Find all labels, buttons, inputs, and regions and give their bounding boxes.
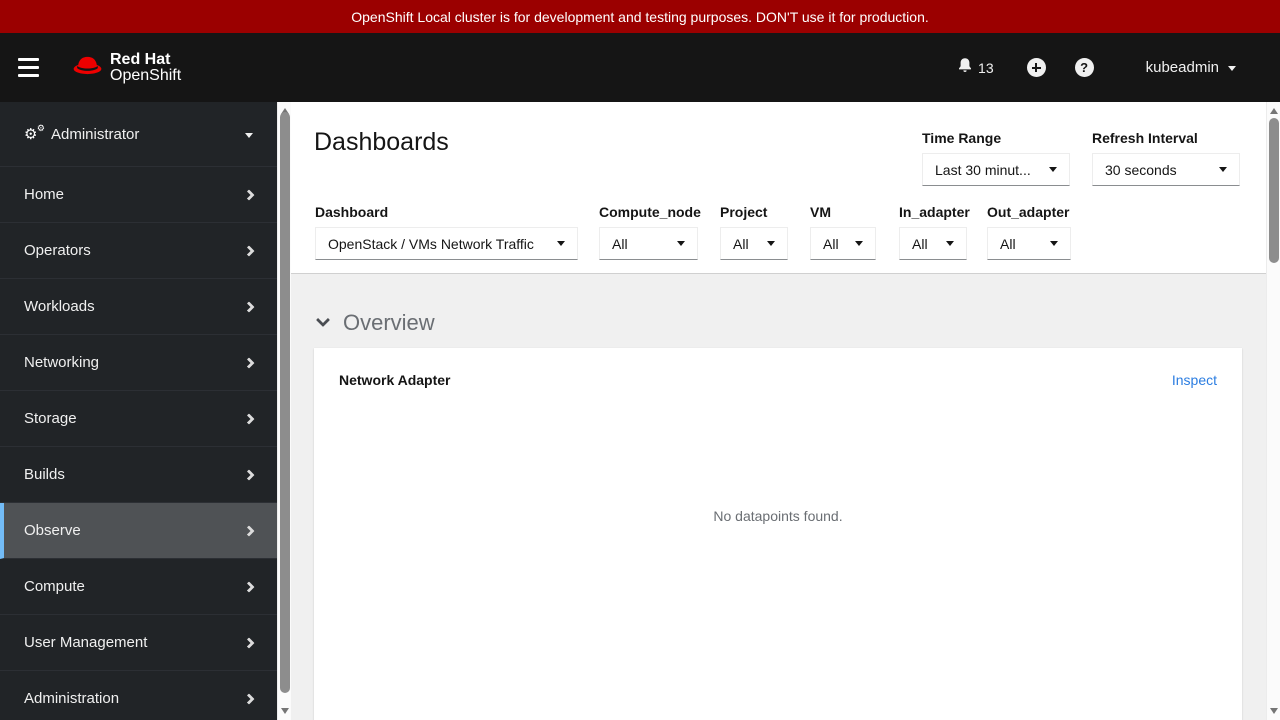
sidebar-item-networking[interactable]: Networking [0, 335, 277, 391]
openshift-console: OpenShift Local cluster is for developme… [0, 0, 1280, 720]
time-range-label: Time Range [922, 130, 1002, 146]
inspect-link[interactable]: Inspect [1172, 372, 1217, 388]
scroll-up-arrow-icon[interactable] [1270, 108, 1278, 114]
perspective-switcher[interactable]: ⚙ ⚙ Administrator [0, 102, 277, 167]
username: kubeadmin [1145, 59, 1219, 76]
chevron-right-icon [243, 300, 255, 313]
in-adapter-filter-label: In_adapter [899, 204, 970, 220]
overview-section-toggle[interactable]: Overview [315, 310, 435, 336]
scrollbar-thumb[interactable] [280, 112, 290, 693]
project-filter-label: Project [720, 204, 768, 220]
caret-down-icon [1049, 167, 1057, 172]
quick-create-button[interactable] [1026, 58, 1046, 77]
sidebar-item-operators[interactable]: Operators [0, 223, 277, 279]
sidebar-item-observe[interactable]: Observe [0, 503, 277, 559]
chevron-right-icon [243, 636, 255, 649]
cluster-warning-banner: OpenShift Local cluster is for developme… [0, 0, 1280, 33]
caret-down-icon [557, 241, 565, 246]
network-adapter-card: Network Adapter Inspect No datapoints fo… [314, 348, 1242, 720]
brand-text: Red Hat OpenShift [110, 50, 182, 84]
chevron-right-icon [243, 692, 255, 705]
question-icon: ? [1080, 60, 1089, 75]
hamburger-menu-icon[interactable] [18, 53, 39, 82]
card-header: Network Adapter Inspect [314, 348, 1242, 388]
sidebar-item-administration[interactable]: Administration [0, 671, 277, 720]
card-title: Network Adapter [339, 372, 451, 388]
bell-icon [957, 57, 973, 79]
caret-down-icon [767, 241, 775, 246]
chevron-right-icon [243, 524, 255, 537]
dashboard-body: Overview Network Adapter Inspect No data… [291, 273, 1266, 720]
user-menu[interactable]: kubeadmin [1146, 59, 1236, 76]
perspective-label: Administrator [51, 125, 140, 143]
compute-node-filter-label: Compute_node [599, 204, 701, 220]
chevron-right-icon [243, 580, 255, 593]
help-button[interactable]: ? [1074, 58, 1094, 77]
caret-down-icon [1228, 66, 1236, 71]
brand-line2: OpenShift [110, 66, 182, 84]
chevron-right-icon [243, 244, 255, 257]
empty-state-message: No datapoints found. [713, 508, 843, 524]
chevron-right-icon [243, 188, 255, 201]
dashboard-filter-label: Dashboard [315, 204, 389, 220]
chevron-right-icon [243, 412, 255, 425]
content-scrollbar-right[interactable] [1266, 102, 1280, 720]
out-adapter-select[interactable]: All [987, 227, 1071, 260]
overview-section-title: Overview [343, 310, 435, 335]
chevron-down-icon [315, 312, 331, 328]
cogs-icon: ⚙ ⚙ [24, 123, 45, 143]
masthead: Red Hat OpenShift 13 ? kubeadmin [0, 33, 1280, 102]
caret-down-icon [946, 241, 954, 246]
chevron-right-icon [243, 356, 255, 369]
sidebar-item-workloads[interactable]: Workloads [0, 279, 277, 335]
time-range-select[interactable]: Last 30 minut... [922, 153, 1070, 186]
sidebar-item-user-management[interactable]: User Management [0, 615, 277, 671]
masthead-toolbar: 13 ? kubeadmin [957, 33, 1236, 102]
sidebar-nav: ⚙ ⚙ Administrator Home Operators Workloa… [0, 102, 277, 720]
redhat-fedora-icon [72, 54, 103, 81]
page-title: Dashboards [314, 128, 449, 156]
scrollbar-thumb[interactable] [1269, 118, 1279, 263]
in-adapter-select[interactable]: All [899, 227, 967, 260]
sidebar-item-storage[interactable]: Storage [0, 391, 277, 447]
vm-filter-label: VM [810, 204, 831, 220]
content-scrollbar-left[interactable] [277, 102, 291, 720]
dashboard-select[interactable]: OpenStack / VMs Network Traffic [315, 227, 578, 260]
notifications-button[interactable]: 13 [957, 57, 994, 79]
brand-line1: Red Hat [110, 50, 171, 68]
scroll-down-arrow-icon[interactable] [281, 708, 289, 714]
redhat-openshift-logo[interactable]: Red Hat OpenShift [72, 50, 182, 84]
caret-down-icon [1050, 241, 1058, 246]
caret-down-icon [855, 241, 863, 246]
sidebar-item-compute[interactable]: Compute [0, 559, 277, 615]
main-content: Dashboards Time Range Last 30 minut... R… [291, 102, 1266, 720]
refresh-interval-select[interactable]: 30 seconds [1092, 153, 1240, 186]
notification-count: 13 [978, 59, 994, 76]
out-adapter-filter-label: Out_adapter [987, 204, 1070, 220]
chevron-right-icon [243, 468, 255, 481]
compute-node-select[interactable]: All [599, 227, 698, 260]
project-select[interactable]: All [720, 227, 788, 260]
scroll-down-arrow-icon[interactable] [1270, 708, 1278, 714]
vm-select[interactable]: All [810, 227, 876, 260]
caret-down-icon [245, 132, 253, 138]
banner-text: OpenShift Local cluster is for developme… [351, 8, 929, 25]
caret-down-icon [1219, 167, 1227, 172]
sidebar-item-home[interactable]: Home [0, 167, 277, 223]
sidebar-item-builds[interactable]: Builds [0, 447, 277, 503]
refresh-interval-label: Refresh Interval [1092, 130, 1198, 146]
caret-down-icon [677, 241, 685, 246]
